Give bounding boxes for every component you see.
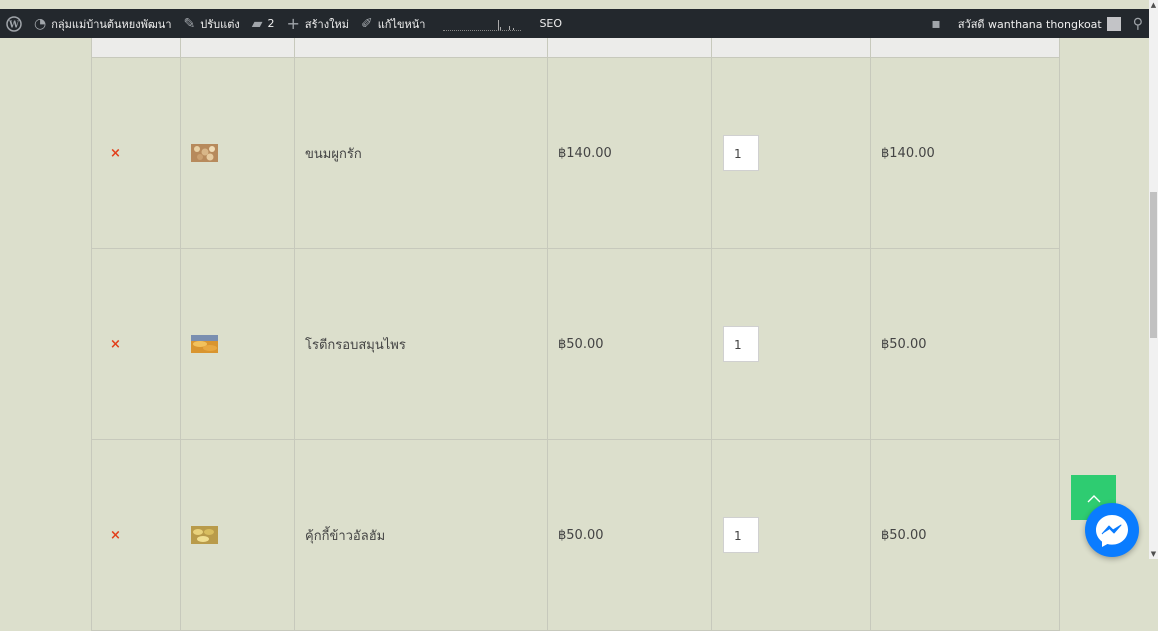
page-scrollbar[interactable]: ▲ ▼ <box>1149 0 1158 559</box>
product-thumbnail[interactable] <box>191 144 218 162</box>
comments-count: 2 <box>267 17 275 30</box>
site-name-label: กลุ่มแม่บ้านต้นหยงพัฒนา <box>51 17 172 31</box>
brush-icon: ✎ <box>183 15 196 32</box>
seo-label: SEO <box>539 17 563 30</box>
customize-menu[interactable]: ✎ ปรับแต่ง <box>178 9 246 38</box>
scroll-up-arrow-icon[interactable]: ▲ <box>1149 1 1158 9</box>
scroll-down-arrow-icon[interactable]: ▼ <box>1149 550 1158 558</box>
product-price: ฿50.00 <box>558 527 604 543</box>
product-thumbnail[interactable] <box>191 335 218 353</box>
comment-icon: ▰ <box>251 15 263 32</box>
avatar <box>1106 16 1121 31</box>
remove-item-icon[interactable]: × <box>92 146 121 161</box>
comments-menu[interactable]: ▰ 2 <box>246 9 281 38</box>
notification-icon: ▪ <box>931 15 941 32</box>
new-content-menu[interactable]: + สร้างใหม่ <box>281 9 355 38</box>
messenger-icon <box>1096 515 1128 547</box>
dashboard-icon: ◔ <box>34 15 47 32</box>
cart-table: × ขนมผูกรัก ฿140.00 1 ฿140.00 × โรตีกรอบ… <box>91 38 1060 631</box>
product-name-link[interactable]: โรตีกรอบสมุนไพร <box>295 338 406 353</box>
scrollbar-thumb[interactable] <box>1150 192 1157 338</box>
stats-chart <box>443 16 522 31</box>
remove-item-icon[interactable]: × <box>92 528 121 543</box>
quantity-input[interactable]: 1 <box>723 135 759 171</box>
messenger-chat-button[interactable] <box>1085 503 1139 557</box>
product-subtotal: ฿50.00 <box>881 336 927 352</box>
cart-item-row: × โรตีกรอบสมุนไพร ฿50.00 1 ฿50.00 <box>91 248 1060 440</box>
cart-item-row: × ขนมผูกรัก ฿140.00 1 ฿140.00 <box>91 57 1060 249</box>
pencil-icon: ✐ <box>360 15 373 32</box>
wordpress-logo-menu[interactable]: W <box>0 9 28 38</box>
product-name-link[interactable]: คุ้กกี้ข้าวอัลฮัม <box>295 529 385 544</box>
admin-bar: W ◔ กลุ่มแม่บ้านต้นหยงพัฒนา ✎ ปรับแต่ง ▰… <box>0 9 1149 38</box>
search-icon: ⚲ <box>1132 15 1143 32</box>
edit-page-label: แก้ไขหน้า <box>377 17 426 31</box>
customize-label: ปรับแต่ง <box>200 17 240 31</box>
remove-item-icon[interactable]: × <box>92 337 121 352</box>
product-price: ฿50.00 <box>558 336 604 352</box>
quantity-input[interactable]: 1 <box>723 517 759 553</box>
product-name-link[interactable]: ขนมผูกรัก <box>295 147 362 162</box>
new-content-label: สร้างใหม่ <box>304 17 349 31</box>
greeting-label: สวัสดี wanthana thongkoat <box>957 17 1102 31</box>
product-thumbnail[interactable] <box>191 526 218 544</box>
account-menu[interactable]: สวัสดี wanthana thongkoat <box>952 9 1127 38</box>
edit-page-menu[interactable]: ✐ แก้ไขหน้า <box>355 9 431 38</box>
product-subtotal: ฿50.00 <box>881 527 927 543</box>
cart-item-row: × คุ้กกี้ข้าวอัลฮัม ฿50.00 1 ฿50.00 <box>91 439 1060 631</box>
wordpress-icon: W <box>6 15 22 32</box>
product-price: ฿140.00 <box>558 145 612 161</box>
table-header-row <box>91 38 1060 58</box>
site-name-menu[interactable]: ◔ กลุ่มแม่บ้านต้นหยงพัฒนา <box>28 9 178 38</box>
notifications-menu[interactable]: ▪ <box>925 9 952 38</box>
product-subtotal: ฿140.00 <box>881 145 935 161</box>
seo-menu[interactable]: SEO <box>533 9 568 38</box>
plus-icon: + <box>286 14 300 33</box>
search-menu[interactable]: ⚲ <box>1127 9 1149 38</box>
stats-sparkline[interactable] <box>431 9 533 38</box>
svg-text:W: W <box>8 20 20 30</box>
quantity-input[interactable]: 1 <box>723 326 759 362</box>
